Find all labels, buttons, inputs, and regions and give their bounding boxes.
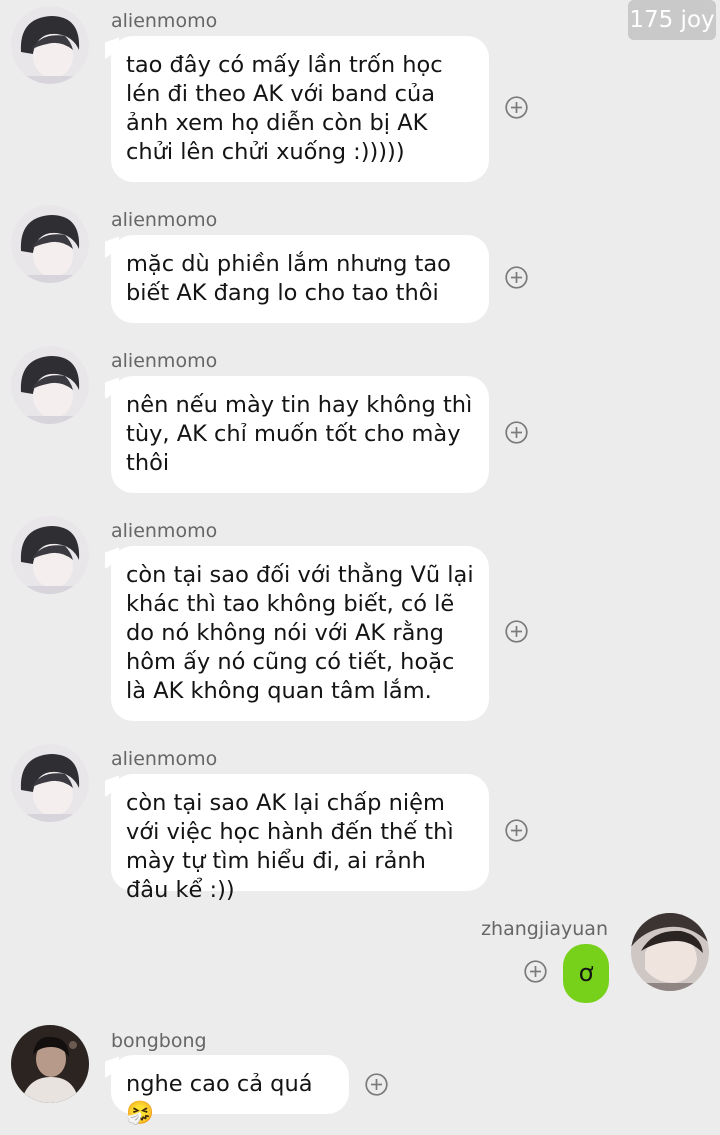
message-bubble[interactable]: mặc dù phiền lắm nhưng tao biết AK đang … bbox=[111, 235, 489, 323]
plus-circle-icon[interactable] bbox=[505, 266, 528, 289]
plus-circle-icon[interactable] bbox=[505, 421, 528, 444]
avatar[interactable] bbox=[11, 346, 89, 424]
sender-name: alienmomo bbox=[111, 520, 218, 542]
avatar[interactable] bbox=[11, 516, 89, 594]
avatar[interactable] bbox=[631, 913, 709, 991]
message-bubble[interactable]: còn tại sao đối với thằng Vũ lại khác th… bbox=[111, 546, 489, 721]
message-bubble[interactable]: ơ bbox=[563, 944, 609, 1003]
plus-circle-icon[interactable] bbox=[505, 620, 528, 643]
plus-circle-icon[interactable] bbox=[365, 1073, 388, 1096]
message-bubble[interactable]: tao đây có mấy lần trốn học lén đi theo … bbox=[111, 36, 489, 182]
sender-name: alienmomo bbox=[111, 748, 218, 770]
sender-name: zhangjiayuan bbox=[481, 918, 608, 940]
avatar[interactable] bbox=[11, 1025, 89, 1103]
plus-circle-icon[interactable] bbox=[524, 960, 547, 983]
sender-name: alienmomo bbox=[111, 209, 218, 231]
sender-name: alienmomo bbox=[111, 350, 218, 372]
sender-name: alienmomo bbox=[111, 10, 218, 32]
sender-name: bongbong bbox=[111, 1030, 207, 1052]
avatar[interactable] bbox=[11, 205, 89, 283]
watermark: 175 joy bbox=[628, 0, 716, 40]
avatar[interactable] bbox=[11, 744, 89, 822]
plus-circle-icon[interactable] bbox=[505, 96, 528, 119]
message-bubble[interactable]: nên nếu mày tin hay không thì tùy, AK ch… bbox=[111, 376, 489, 493]
plus-circle-icon[interactable] bbox=[505, 819, 528, 842]
avatar[interactable] bbox=[11, 6, 89, 84]
message-bubble[interactable]: nghe cao cả quá 🤧 bbox=[111, 1055, 349, 1126]
message-bubble[interactable]: còn tại sao AK lại chấp niệm với việc họ… bbox=[111, 774, 489, 903]
